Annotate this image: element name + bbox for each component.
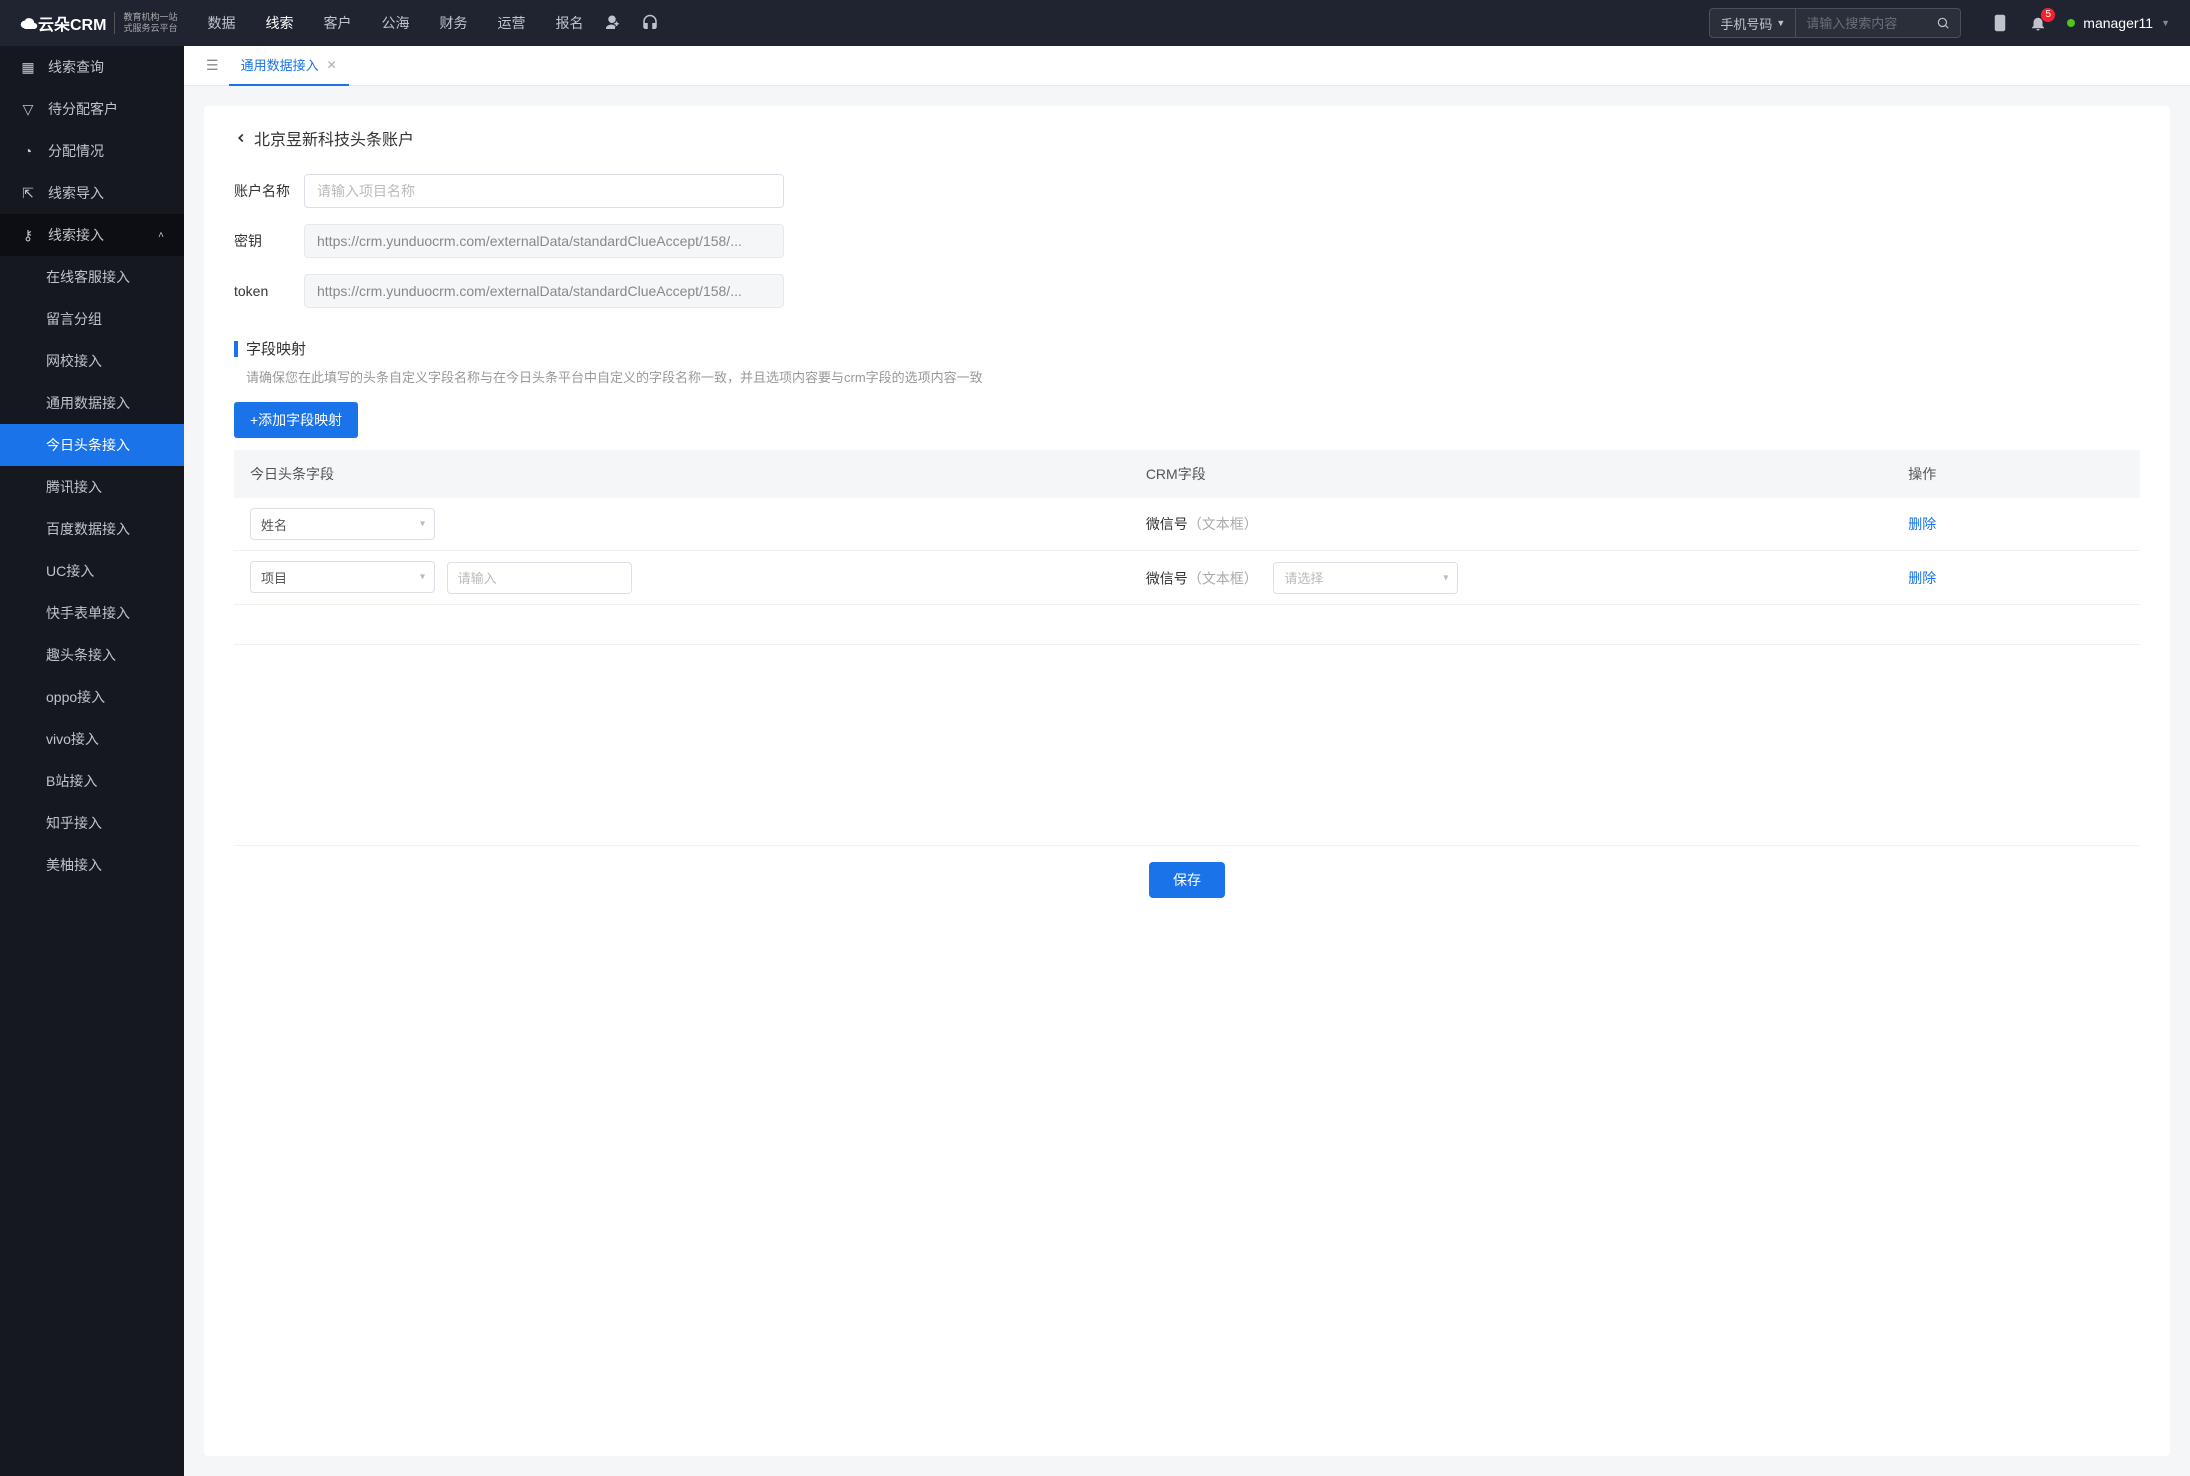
tabs-collapse-icon[interactable]: ☰ bbox=[196, 57, 229, 74]
search-button[interactable] bbox=[1926, 16, 1960, 30]
sidebar-sub-oppo[interactable]: oppo接入 bbox=[0, 676, 184, 718]
nav-public[interactable]: 公海 bbox=[381, 13, 409, 33]
delete-row-link[interactable]: 删除 bbox=[1908, 570, 1936, 586]
page-title: 北京昱新科技头条账户 bbox=[254, 126, 414, 150]
sidebar: ▦ 线索查询 ▽ 待分配客户 ◔ 分配情况 ⇱ 线索导入 ⚷ 线索接入 ˄ 在线… bbox=[0, 46, 184, 1476]
col-crm: CRM字段 bbox=[1130, 450, 1892, 498]
sidebar-sub-vivo[interactable]: vivo接入 bbox=[0, 718, 184, 760]
add-mapping-button[interactable]: +添加字段映射 bbox=[234, 402, 358, 438]
user-menu[interactable]: manager11 ▼ bbox=[2067, 15, 2170, 31]
search-group: 手机号码 ▼ bbox=[1709, 8, 1961, 38]
search-input[interactable] bbox=[1796, 16, 1926, 31]
crm-field-hint: （文本框） bbox=[1188, 516, 1258, 532]
table-row: 项目 ▾ 微信号（文本框） 请选择 bbox=[234, 551, 2140, 605]
row-token: token bbox=[234, 274, 2140, 308]
section-mapping-head: 字段映射 bbox=[234, 338, 2140, 359]
sidebar-sub-message[interactable]: 留言分组 bbox=[0, 298, 184, 340]
crm-field-hint2: （文本框） bbox=[1188, 570, 1258, 586]
sidebar-sub-kuaishou[interactable]: 快手表单接入 bbox=[0, 592, 184, 634]
source-field-select[interactable]: 项目 bbox=[250, 561, 435, 593]
footer-bar: 保存 bbox=[234, 845, 2140, 914]
col-source: 今日头条字段 bbox=[234, 450, 1130, 498]
plug-icon: ⚷ bbox=[20, 227, 36, 244]
top-header: 云朵CRM 教育机构一站 式服务云平台 数据 线索 客户 公海 财务 运营 报名… bbox=[0, 0, 2190, 46]
source-field-select[interactable]: 姓名 bbox=[250, 508, 435, 540]
sidebar-sub-school[interactable]: 网校接入 bbox=[0, 340, 184, 382]
status-dot bbox=[2067, 19, 2075, 27]
table-row: 姓名 ▾ 微信号（文本框） 删除 bbox=[234, 498, 2140, 551]
delete-row-link[interactable]: 删除 bbox=[1908, 516, 1936, 532]
main-area: ☰ 通用数据接入 ✕ 北京昱新科技头条账户 账户名称 密钥 bbox=[184, 46, 2190, 1476]
sidebar-sub-toutiao[interactable]: 今日头条接入 bbox=[0, 424, 184, 466]
source-value-input[interactable] bbox=[447, 562, 632, 594]
section-hint: 请确保您在此填写的头条自定义字段名称与在今日头条平台中自定义的字段名称一致，并且… bbox=[234, 367, 2140, 386]
nav-leads[interactable]: 线索 bbox=[265, 13, 293, 33]
sidebar-sub-bilibili[interactable]: B站接入 bbox=[0, 760, 184, 802]
section-title: 字段映射 bbox=[246, 338, 306, 359]
sidebar-pending[interactable]: ▽ 待分配客户 bbox=[0, 88, 184, 130]
nav-customers[interactable]: 客户 bbox=[323, 13, 351, 33]
save-button[interactable]: 保存 bbox=[1149, 862, 1225, 898]
row-secret: 密钥 bbox=[234, 224, 2140, 258]
token-label: token bbox=[234, 283, 304, 299]
crm-option-select[interactable]: 请选择 bbox=[1273, 562, 1458, 594]
sidebar-sub-generic[interactable]: 通用数据接入 bbox=[0, 382, 184, 424]
main-nav: 数据 线索 客户 公海 财务 运营 报名 bbox=[207, 13, 583, 33]
panel: 北京昱新科技头条账户 账户名称 密钥 token 字段映射 bbox=[204, 106, 2170, 1456]
nav-ops[interactable]: 运营 bbox=[497, 13, 525, 33]
sidebar-sub-uc[interactable]: UC接入 bbox=[0, 550, 184, 592]
cloud-icon bbox=[20, 14, 38, 32]
tabs-bar: ☰ 通用数据接入 ✕ bbox=[184, 46, 2190, 86]
user-name: manager11 bbox=[2083, 15, 2153, 31]
sidebar-sub-zhihu[interactable]: 知乎接入 bbox=[0, 802, 184, 844]
mobile-icon[interactable] bbox=[1991, 14, 2009, 32]
notification-badge: 5 bbox=[2041, 8, 2055, 22]
sidebar-import[interactable]: ⇱ 线索导入 bbox=[0, 172, 184, 214]
clock-icon: ◔ bbox=[20, 143, 36, 159]
search-icon bbox=[1936, 16, 1950, 30]
breadcrumb: 北京昱新科技头条账户 bbox=[234, 126, 2140, 150]
sidebar-access-group[interactable]: ⚷ 线索接入 ˄ bbox=[0, 214, 184, 256]
table-row-empty bbox=[234, 605, 2140, 645]
sidebar-sub-qutoutiao[interactable]: 趣头条接入 bbox=[0, 634, 184, 676]
search-type-select[interactable]: 手机号码 ▼ bbox=[1710, 9, 1796, 37]
token-input[interactable] bbox=[304, 274, 784, 308]
grid-icon: ▦ bbox=[20, 59, 36, 76]
logo-subtitle: 教育机构一站 式服务云平台 bbox=[114, 12, 177, 34]
col-op: 操作 bbox=[1892, 450, 2140, 498]
nav-signup[interactable]: 报名 bbox=[555, 13, 583, 33]
crm-field-text: 微信号 bbox=[1146, 516, 1188, 532]
tab-close-icon[interactable]: ✕ bbox=[327, 58, 337, 72]
chevron-up-icon: ˄ bbox=[158, 230, 164, 241]
logo-brand: 云朵CRM bbox=[20, 11, 106, 35]
secret-label: 密钥 bbox=[234, 231, 304, 251]
user-add-icon[interactable] bbox=[603, 14, 621, 32]
sidebar-distribution[interactable]: ◔ 分配情况 bbox=[0, 130, 184, 172]
sidebar-sub-online[interactable]: 在线客服接入 bbox=[0, 256, 184, 298]
row-account: 账户名称 bbox=[234, 174, 2140, 208]
tab-generic-data[interactable]: 通用数据接入 ✕ bbox=[229, 46, 349, 86]
filter-icon: ▽ bbox=[20, 101, 36, 118]
content-scroll: 北京昱新科技头条账户 账户名称 密钥 token 字段映射 bbox=[184, 86, 2190, 1476]
back-arrow-icon[interactable] bbox=[234, 131, 248, 145]
crm-field-text: 微信号 bbox=[1146, 570, 1188, 586]
headset-icon[interactable] bbox=[641, 14, 659, 32]
notification-button[interactable]: 5 bbox=[2029, 14, 2047, 32]
account-label: 账户名称 bbox=[234, 181, 304, 201]
secret-input[interactable] bbox=[304, 224, 784, 258]
logo: 云朵CRM 教育机构一站 式服务云平台 bbox=[20, 11, 177, 35]
mapping-table: 今日头条字段 CRM字段 操作 姓名 ▾ bbox=[234, 450, 2140, 645]
nav-finance[interactable]: 财务 bbox=[439, 13, 467, 33]
sidebar-sub-baidu[interactable]: 百度数据接入 bbox=[0, 508, 184, 550]
export-icon: ⇱ bbox=[20, 185, 36, 202]
sidebar-sub-meiyou[interactable]: 美柚接入 bbox=[0, 844, 184, 886]
nav-data[interactable]: 数据 bbox=[207, 13, 235, 33]
sidebar-sub-tencent[interactable]: 腾讯接入 bbox=[0, 466, 184, 508]
account-input[interactable] bbox=[304, 174, 784, 208]
sidebar-lead-query[interactable]: ▦ 线索查询 bbox=[0, 46, 184, 88]
section-bar bbox=[234, 341, 238, 357]
